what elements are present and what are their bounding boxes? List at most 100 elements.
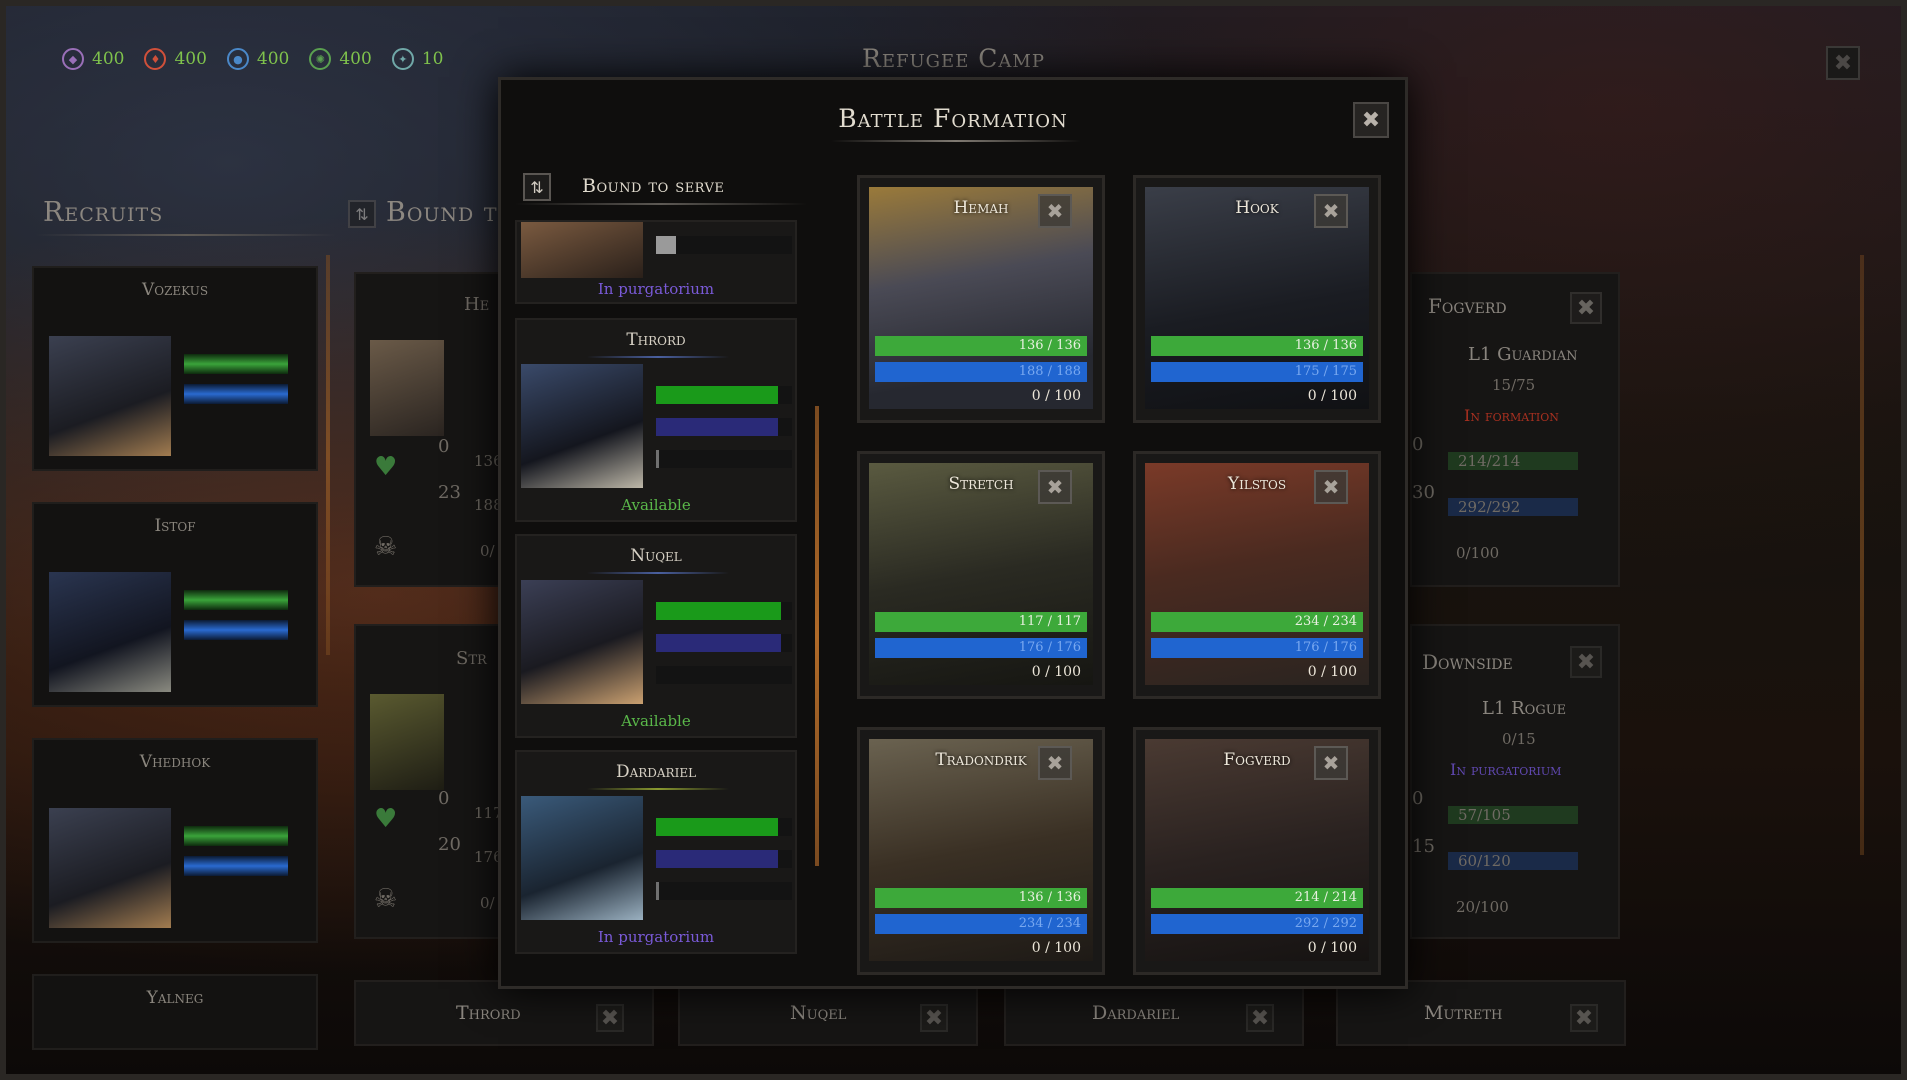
formation-slot[interactable]: Fogverd ✖ 214 / 214 292 / 292 0 / 100: [1133, 727, 1381, 975]
health-bar: 214 / 214: [1151, 888, 1363, 908]
formation-slot[interactable]: Stretch ✖ 117 / 117 176 / 176 0 / 100: [857, 451, 1105, 699]
bound-card-portrait: [370, 694, 444, 790]
health-bar: [656, 236, 792, 254]
experience-bar: [656, 882, 792, 900]
bound-servant-card[interactable]: Nuqel Available: [515, 534, 797, 738]
stat-value: 0: [1412, 788, 1424, 809]
mana-bar: [656, 418, 792, 436]
bound-scrollbar[interactable]: [1860, 255, 1864, 855]
servant-portrait: [521, 222, 643, 278]
bound-card[interactable]: Nuqel ✖: [678, 980, 978, 1046]
bound-card-name: He: [464, 294, 490, 315]
stat-value: 0: [438, 436, 450, 457]
experience-bar-fill: [656, 882, 659, 900]
xp-value: 20/100: [1456, 898, 1509, 916]
bound-card[interactable]: Fogverd ✖ L1 Guardian 15/75 In formation…: [1410, 272, 1620, 587]
recruit-card[interactable]: Istof: [32, 502, 318, 707]
mana-bar: 175 / 175: [1151, 362, 1363, 382]
health-bar-fill: [656, 236, 677, 254]
remove-button[interactable]: ✖: [1570, 1004, 1598, 1032]
remove-hero-button[interactable]: ✖: [1314, 470, 1348, 504]
servant-name: Thrord: [626, 330, 686, 350]
recruits-title: Recruits: [43, 197, 164, 228]
health-bar: 136 / 136: [875, 336, 1087, 356]
health-bar-fill: [656, 386, 779, 404]
remove-button[interactable]: ✖: [1246, 1004, 1274, 1032]
status-label: In formation: [1464, 406, 1559, 425]
bound-to-serve-scrollbar[interactable]: [815, 406, 819, 866]
level-progress: 15/75: [1492, 376, 1536, 394]
mana-bar: [656, 634, 792, 652]
experience-value: 0 / 100: [1031, 664, 1081, 680]
bound-card[interactable]: Downside ✖ L1 Rogue 0/15 In purgatorium …: [1410, 624, 1620, 939]
recruit-portrait: [49, 336, 171, 456]
bound-card-name: Thrord: [456, 1002, 521, 1024]
bound-card[interactable]: Thrord ✖: [354, 980, 654, 1046]
recruit-portrait: [49, 808, 171, 928]
mana-bar: 234 / 234: [875, 914, 1087, 934]
recruit-card[interactable]: Vhedhok: [32, 738, 318, 943]
status-label: In purgatorium: [1450, 760, 1562, 779]
formation-slot[interactable]: Tradondrik ✖ 136 / 136 234 / 234 0 / 100: [857, 727, 1105, 975]
bound-card[interactable]: Str ♥ 0 20 117 176 ☠ 0/: [354, 624, 504, 939]
recruits-scrollbar[interactable]: [326, 255, 330, 655]
servant-status: In purgatorium: [597, 928, 715, 946]
skull-icon: ☠: [374, 532, 398, 562]
sort-icon[interactable]: ⇅: [523, 173, 551, 201]
formation-slot[interactable]: Yilstos ✖ 234 / 234 176 / 176 0 / 100: [1133, 451, 1381, 699]
remove-button[interactable]: ✖: [920, 1004, 948, 1032]
remove-hero-button[interactable]: ✖: [1038, 194, 1072, 228]
recruit-name: Vozekus: [141, 280, 209, 300]
remove-hero-button[interactable]: ✖: [1038, 746, 1072, 780]
servant-status: Available: [621, 712, 691, 730]
formation-slot[interactable]: Hook ✖ 136 / 136 175 / 175 0 / 100: [1133, 175, 1381, 423]
remove-hero-button[interactable]: ✖: [1314, 194, 1348, 228]
health-bar: [184, 354, 288, 374]
bound-servant-card[interactable]: Dardariel In purgatorium: [515, 750, 797, 954]
health-bar-fill: [656, 818, 779, 836]
mana-bar: 188 / 188: [875, 362, 1087, 382]
bound-servant-card[interactable]: In purgatorium: [515, 220, 797, 304]
bound-card-name: Nuqel: [790, 1002, 847, 1024]
remove-button[interactable]: ✖: [596, 1004, 624, 1032]
bound-card-name: Fogverd: [1428, 294, 1507, 318]
close-modal-button[interactable]: ✖: [1353, 102, 1389, 138]
sort-icon[interactable]: ⇅: [348, 200, 376, 228]
recruit-card[interactable]: Vozekus: [32, 266, 318, 471]
bound-card-portrait: [370, 340, 444, 436]
experience-value: 0 / 100: [1031, 388, 1081, 404]
experience-value: 0 / 100: [1307, 388, 1357, 404]
experience-value: 0 / 100: [1307, 940, 1357, 956]
health-bar: 234 / 234: [1151, 612, 1363, 632]
health-bar-fill: [656, 602, 782, 620]
recruit-card[interactable]: Yalneg: [32, 974, 318, 1050]
heart-icon: ♥: [374, 452, 398, 482]
health-bar: [184, 590, 288, 610]
mana-bar-fill: [656, 634, 782, 652]
remove-button[interactable]: ✖: [1570, 646, 1602, 678]
stat-value: 15: [1412, 836, 1435, 857]
mana-bar: [184, 856, 288, 876]
bound-servant-card[interactable]: Thrord Available: [515, 318, 797, 522]
mp-value: 60/120: [1448, 852, 1578, 870]
remove-button[interactable]: ✖: [1570, 292, 1602, 324]
bound-card[interactable]: He ♥ 0 23 136 188 ☠ 0/: [354, 272, 504, 587]
recruit-name: Yalneg: [146, 988, 204, 1008]
class-label: L1 Rogue: [1482, 698, 1567, 719]
mana-bar: 292 / 292: [1151, 914, 1363, 934]
mana-bar-fill: [656, 850, 779, 868]
formation-slot[interactable]: Hemah ✖ 136 / 136 188 / 188 0 / 100: [857, 175, 1105, 423]
experience-value: 0 / 100: [1031, 940, 1081, 956]
recruit-name: Vhedhok: [139, 752, 211, 772]
remove-hero-button[interactable]: ✖: [1314, 746, 1348, 780]
bound-card[interactable]: Dardariel ✖: [1004, 980, 1304, 1046]
bound-card[interactable]: Mutreth ✖: [1336, 980, 1626, 1046]
hp-value: 214/214: [1448, 452, 1578, 470]
close-camp-button[interactable]: ✖: [1826, 46, 1860, 80]
battle-formation-modal: Battle Formation ✖ ⇅ Bound to serve In p…: [498, 77, 1408, 989]
hp-value: 57/105: [1448, 806, 1578, 824]
stat-value: 0: [438, 788, 450, 809]
remove-hero-button[interactable]: ✖: [1038, 470, 1072, 504]
health-bar: [656, 818, 792, 836]
health-bar: [656, 602, 792, 620]
